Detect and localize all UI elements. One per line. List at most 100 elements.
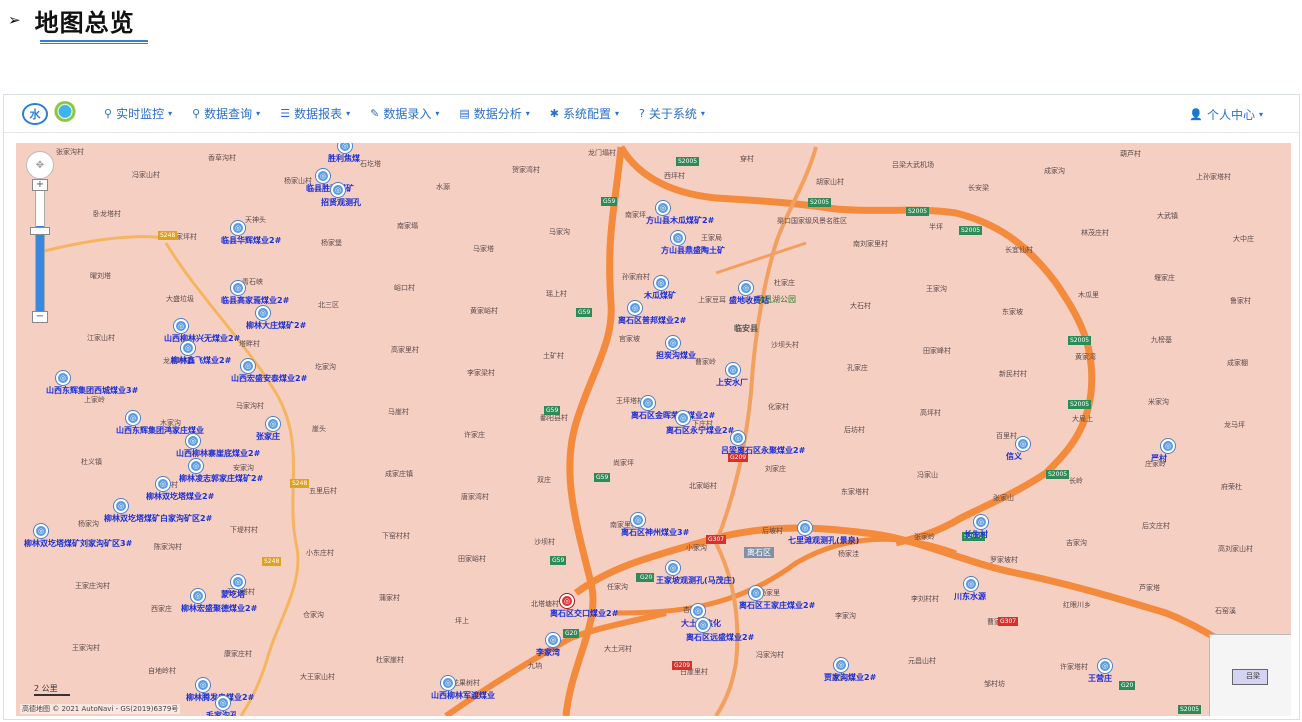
station-marker-icon[interactable]: ◎	[739, 281, 753, 295]
nav-item-0[interactable]: ⚲ 实时监控 ▾	[104, 105, 172, 122]
station-label[interactable]: 张家庄	[256, 431, 280, 442]
station-label[interactable]: 李家湾	[536, 647, 560, 658]
station-label[interactable]: 离石区王家庄煤业2#	[739, 600, 815, 611]
station-label[interactable]: 七里滩观测孔(景泉)	[788, 535, 859, 546]
station-label[interactable]: 离石区交口煤业2#	[550, 608, 618, 619]
zoom-slider-track[interactable]	[35, 187, 45, 317]
station-label[interactable]: 山西柳林寨崖底煤业2#	[176, 448, 260, 459]
nav-item-3[interactable]: ✎ 数据录入 ▾	[370, 105, 439, 122]
station-label[interactable]: 川东水源	[954, 591, 986, 602]
logo[interactable]: 水	[22, 100, 78, 127]
station-label[interactable]: 信义	[1006, 451, 1022, 462]
station-label[interactable]: 木瓜煤矿	[644, 290, 676, 301]
station-marker-icon[interactable]: ◎	[1098, 659, 1112, 673]
zoom-slider-handle[interactable]	[30, 227, 50, 235]
station-label[interactable]: 山西柳林军渡煤业	[431, 690, 495, 701]
station-marker-icon[interactable]: ◎	[316, 169, 330, 183]
zoom-in-button[interactable]: +	[32, 179, 48, 191]
station-marker-icon[interactable]: ◎	[189, 459, 203, 473]
station-marker-icon[interactable]: ◎	[231, 575, 245, 589]
station-label[interactable]: 方山县鼎盛陶土矿	[661, 245, 725, 256]
station-marker-icon[interactable]: ◎	[749, 586, 763, 600]
station-marker-icon[interactable]: ◎	[656, 201, 670, 215]
station-marker-icon[interactable]: ◎	[241, 359, 255, 373]
station-label[interactable]: 招贤观测孔	[321, 197, 361, 208]
station-marker-icon[interactable]: ◎	[798, 521, 812, 535]
station-label[interactable]: 蒙圪塔	[221, 589, 245, 600]
station-label[interactable]: 柳林双圪塔煤矿白家沟矿区2#	[104, 513, 212, 524]
station-marker-icon[interactable]: ◎	[34, 524, 48, 538]
station-label[interactable]: 柳林宏盛聚德煤业2#	[181, 603, 257, 614]
station-marker-icon[interactable]: ◎	[231, 221, 245, 235]
station-label[interactable]: 柳林双圪塔煤矿刘家沟矿区3#	[24, 538, 132, 549]
station-marker-icon[interactable]: ◎	[691, 604, 705, 618]
user-center-menu[interactable]: 👤 个人中心 ▾	[1189, 106, 1263, 123]
nav-item-1[interactable]: ⚲ 数据查询 ▾	[192, 105, 260, 122]
station-label[interactable]: 上安水厂	[716, 377, 748, 388]
station-marker-icon[interactable]: ◎	[256, 306, 270, 320]
station-marker-icon[interactable]: ◎	[56, 371, 70, 385]
station-marker-icon[interactable]: ◎	[654, 276, 668, 290]
station-label[interactable]: 毛家沟孔	[206, 710, 238, 716]
station-marker-icon[interactable]: ◎	[331, 183, 345, 197]
station-marker-icon[interactable]: ◎	[266, 417, 280, 431]
station-label[interactable]: 担炭沟煤业	[656, 350, 696, 361]
station-label[interactable]: 柳林大庄煤矿2#	[246, 320, 306, 331]
station-marker-icon[interactable]: ◎	[666, 336, 680, 350]
station-label[interactable]: 吕梁离石区永聚煤业2#	[721, 445, 805, 456]
station-marker-icon[interactable]: ◎	[671, 231, 685, 245]
station-marker-icon[interactable]: ◎	[964, 577, 978, 591]
station-marker-icon[interactable]: ◎	[731, 431, 745, 445]
station-marker-icon[interactable]: ◎	[231, 281, 245, 295]
station-label[interactable]: 王家坡观测孔(马茂庄)	[656, 575, 735, 586]
station-marker-icon[interactable]: ◎	[126, 411, 140, 425]
overview-minimap[interactable]: 吕梁	[1209, 634, 1291, 716]
station-label[interactable]: 柳林凌志郭家庄煤矿2#	[179, 473, 263, 484]
station-label[interactable]: 山西东辉集团西城煤业3#	[46, 385, 138, 396]
station-marker-icon[interactable]: ◎	[546, 633, 560, 647]
station-label[interactable]: 王营庄	[1088, 673, 1112, 684]
station-marker-icon[interactable]: ◎	[628, 301, 642, 315]
station-label[interactable]: 严村	[1151, 453, 1167, 464]
nav-item-5[interactable]: ✱ 系统配置 ▾	[550, 105, 619, 122]
station-marker-icon[interactable]: ◎	[1161, 439, 1175, 453]
station-marker-icon[interactable]: ◎	[666, 561, 680, 575]
station-marker-icon[interactable]: ◎	[560, 594, 574, 608]
station-label[interactable]: 离石区远盛煤业2#	[686, 632, 754, 643]
nav-item-6[interactable]: ? 关于系统 ▾	[639, 105, 705, 122]
station-marker-icon[interactable]: ◎	[676, 411, 690, 425]
station-label[interactable]: 方山县木瓜煤矿2#	[646, 215, 714, 226]
station-marker-icon[interactable]: ◎	[114, 499, 128, 513]
station-label[interactable]: 柳林鑫飞煤业2#	[171, 355, 231, 366]
pan-control[interactable]: ✥	[26, 151, 54, 179]
station-marker-icon[interactable]: ◎	[441, 676, 455, 690]
station-marker-icon[interactable]: ◎	[1016, 437, 1030, 451]
station-marker-icon[interactable]: ◎	[641, 396, 655, 410]
station-label[interactable]: 贾家沟煤业2#	[824, 672, 876, 683]
station-marker-icon[interactable]: ◎	[974, 515, 988, 529]
station-marker-icon[interactable]: ◎	[174, 319, 188, 333]
station-label[interactable]: 离石区金晖荣泰煤业2#	[631, 410, 715, 421]
station-label[interactable]: 离石区神州煤业3#	[621, 527, 689, 538]
station-marker-icon[interactable]: ◎	[191, 589, 205, 603]
nav-item-2[interactable]: ☰ 数据报表 ▾	[280, 105, 350, 122]
station-marker-icon[interactable]: ◎	[726, 363, 740, 377]
station-label[interactable]: 长生村	[964, 529, 988, 540]
station-marker-icon[interactable]: ◎	[196, 678, 210, 692]
station-marker-icon[interactable]: ◎	[156, 477, 170, 491]
station-label[interactable]: 离石区永宁煤业2#	[666, 425, 734, 436]
station-label[interactable]: 离石区普邦煤业2#	[618, 315, 686, 326]
station-marker-icon[interactable]: ◎	[216, 696, 230, 710]
station-label[interactable]: 山西柳林兴无煤业2#	[164, 333, 240, 344]
station-label[interactable]: 柳林双圪塔煤业2#	[146, 491, 214, 502]
station-label[interactable]: 胜利焦煤	[328, 153, 360, 164]
station-label[interactable]: 山西宏盛安泰煤业2#	[231, 373, 307, 384]
station-label[interactable]: 临县华辉煤业2#	[221, 235, 281, 246]
zoom-out-button[interactable]: −	[32, 311, 48, 323]
station-marker-icon[interactable]: ◎	[834, 658, 848, 672]
station-label[interactable]: 临县胜利煤矿	[306, 183, 354, 194]
station-marker-icon[interactable]: ◎	[631, 513, 645, 527]
station-marker-icon[interactable]: ◎	[181, 341, 195, 355]
map-view[interactable]: ✥ + − 张家沟村 冯家山村 香草沟村 杨家山村 石圪塔 水源 贺家湾村 龙门塌村 西坪村 穿村…	[16, 143, 1291, 716]
nav-item-4[interactable]: ▤ 数据分析 ▾	[459, 105, 529, 122]
